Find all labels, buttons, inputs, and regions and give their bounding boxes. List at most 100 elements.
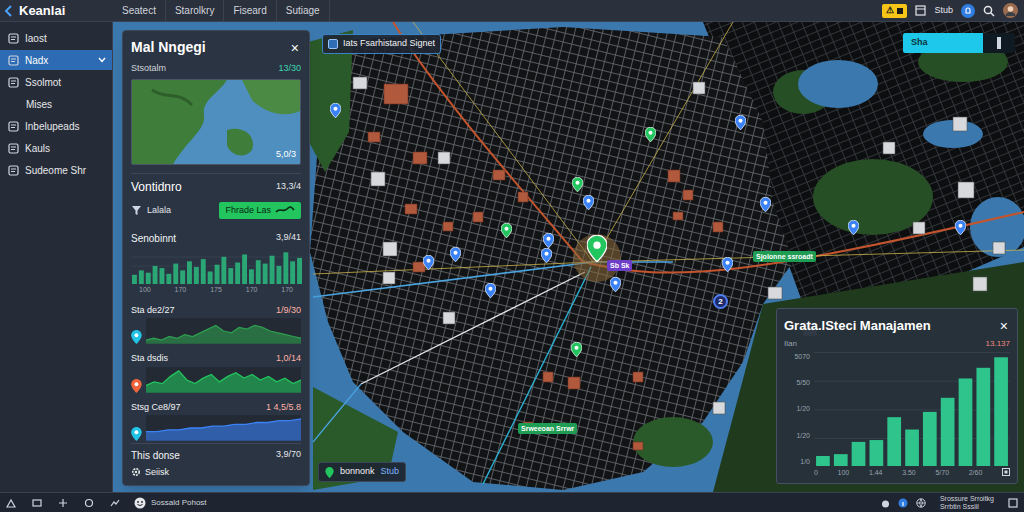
point: [219, 381, 220, 382]
alert-badge[interactable]: ⚠: [882, 4, 907, 18]
bar: [194, 267, 199, 284]
lake: [970, 197, 1024, 257]
sidebar-item[interactable]: Nadx: [0, 50, 112, 70]
point: [276, 381, 277, 382]
location-pin[interactable]: [955, 220, 966, 235]
location-pin[interactable]: [450, 247, 461, 262]
close-button[interactable]: ×: [289, 41, 301, 55]
pin-icon: [541, 248, 552, 263]
back-icon[interactable]: [4, 5, 14, 17]
tool-shape: [33, 500, 41, 506]
pin-icon: [760, 197, 771, 212]
bar: [242, 255, 247, 285]
point: [179, 429, 180, 430]
tool-icon[interactable]: [110, 498, 120, 508]
location-pin[interactable]: [423, 255, 434, 270]
management-panel: Grata.lSteci Manajamen×Ilan13.13750705/5…: [776, 308, 1018, 484]
tab[interactable]: Seatect: [113, 0, 166, 21]
filter-row: LalalaFhrade Las: [131, 202, 301, 220]
sidebar-item[interactable]: Sudeome Shr: [0, 160, 112, 180]
sidebar-item[interactable]: Kauls: [0, 138, 112, 158]
thumbnail-map-shape: [227, 128, 253, 155]
layers-shape: [329, 40, 338, 49]
menu-item-icon: [8, 143, 19, 154]
brand: Keanlai: [0, 1, 113, 21]
location-pin[interactable]: [571, 342, 582, 357]
search-icon: [983, 5, 995, 17]
location-pin[interactable]: [848, 220, 859, 235]
tool-icon[interactable]: [32, 498, 42, 508]
sidebar-item[interactable]: Iaost: [0, 28, 112, 48]
tab[interactable]: Sutiage: [277, 0, 330, 21]
map-toggle[interactable]: Sha: [903, 33, 1015, 53]
footer-link-row[interactable]: Seiisk: [131, 466, 301, 480]
main-location-pin[interactable]: [587, 235, 607, 262]
gridline: [131, 257, 303, 258]
map-view[interactable]: 2 Sjolonne ssroadt Srweeoan Srrwr Sb Sk Iats…: [113, 22, 1024, 492]
chart-ground: [146, 367, 301, 393]
bar: [816, 455, 830, 466]
tab[interactable]: Fiseard: [224, 0, 276, 21]
status-text-group: Sossald Pohost: [134, 497, 207, 509]
series-value: 1/9/30: [276, 304, 301, 318]
main-pin-shape: [593, 242, 600, 249]
pin-shape: [501, 223, 512, 238]
point: [254, 325, 255, 326]
location-pin[interactable]: [760, 197, 771, 212]
map-label[interactable]: Srweeoan Srrwr: [518, 423, 577, 434]
point: [153, 381, 154, 382]
location-pin[interactable]: [501, 223, 512, 238]
map-label[interactable]: Sb Sk: [607, 260, 632, 271]
bar: [146, 273, 151, 284]
location-pin[interactable]: [572, 177, 583, 192]
road: [313, 384, 361, 442]
tool-icon[interactable]: [84, 498, 94, 508]
series-label: Stsg Ce8/97: [131, 401, 181, 415]
location-pin[interactable]: [485, 283, 496, 298]
filter-button[interactable]: Fhrade Las: [219, 202, 301, 220]
location-pin[interactable]: [543, 233, 554, 248]
location-pin[interactable]: [583, 195, 594, 210]
building: [913, 222, 925, 234]
road: [361, 272, 585, 384]
tool-icon[interactable]: [6, 498, 16, 508]
pin-shape: [575, 181, 579, 185]
sidebar-item[interactable]: Mises: [0, 94, 112, 114]
map-search-chip[interactable]: Iats Fsarhistand Signet: [322, 34, 441, 54]
sidebar-item[interactable]: Inbelupeads: [0, 116, 112, 136]
series-row: [131, 415, 301, 441]
stat-label: Stsotalm: [131, 62, 166, 76]
building: [405, 204, 417, 214]
app-title: Keanlai: [19, 1, 65, 21]
pin-shape: [735, 115, 746, 130]
location-pin[interactable]: [645, 127, 656, 142]
bottom-chip[interactable]: bonnonkStub: [318, 462, 406, 482]
notification-icon: [961, 4, 975, 18]
location-pin[interactable]: [610, 277, 621, 292]
pin-icon: [722, 257, 733, 272]
pin-shape: [453, 251, 457, 255]
panel-title: Mal Nngegi: [131, 37, 206, 58]
footer-link[interactable]: Seiisk: [145, 466, 169, 480]
bar: [256, 260, 261, 284]
map-thumbnail[interactable]: 5,0/3: [131, 79, 301, 165]
user-name[interactable]: Stub: [934, 4, 953, 18]
sidebar-label: Nadx: [25, 53, 48, 68]
location-pin[interactable]: [722, 257, 733, 272]
location-pin[interactable]: [330, 103, 341, 118]
pin-shape: [722, 257, 733, 272]
location-pin[interactable]: [735, 115, 746, 130]
sidebar-item[interactable]: Ssolmot: [0, 72, 112, 92]
menu-item-shape: [11, 147, 16, 150]
numbered-pin[interactable]: 2: [713, 294, 728, 309]
series-value: 1,0/14: [276, 352, 301, 366]
close-button[interactable]: ×: [998, 319, 1010, 333]
pin-icon: [423, 255, 434, 270]
thumbnail-value: 5,0/3: [276, 148, 296, 162]
location-pin[interactable]: [541, 248, 552, 263]
bar: [132, 275, 137, 284]
map-label[interactable]: Sjolonne ssroadt: [753, 251, 816, 262]
chevron-down-icon: [98, 57, 106, 63]
tool-icon[interactable]: [58, 498, 68, 508]
tab[interactable]: Starolkry: [166, 0, 224, 21]
